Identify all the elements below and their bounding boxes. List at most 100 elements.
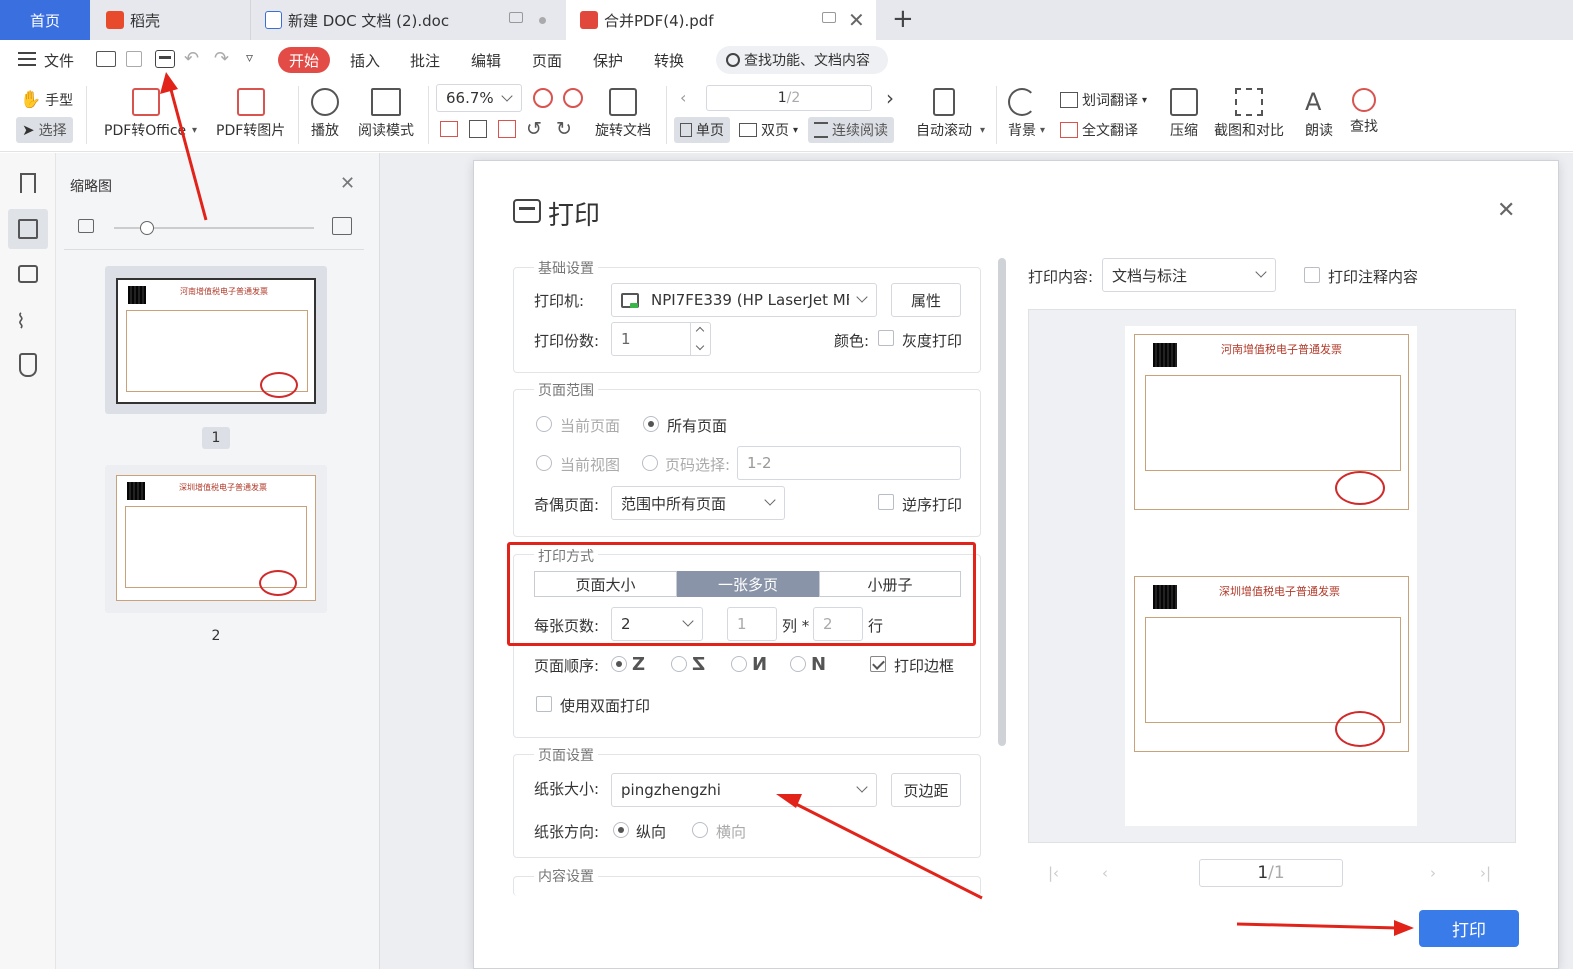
small-image-icon[interactable] xyxy=(78,219,94,233)
tab-doc[interactable]: 新建 DOC 文档 (2).doc xyxy=(250,0,562,40)
landscape-radio[interactable] xyxy=(692,822,708,838)
order-rz-radio[interactable] xyxy=(671,656,687,672)
continuous-read-button[interactable]: 连续阅读 xyxy=(808,117,894,143)
next-page-icon[interactable]: › xyxy=(886,86,894,110)
print-icon[interactable] xyxy=(155,50,175,68)
zoom-out-icon[interactable] xyxy=(533,88,553,108)
signature-icon[interactable] xyxy=(19,353,37,377)
next-preview-icon[interactable]: › xyxy=(1430,864,1436,882)
pdf-to-office-button[interactable]: PDF转Office xyxy=(104,88,188,140)
chevron-down-icon[interactable]: ▾ xyxy=(980,125,985,136)
rotate-doc-button[interactable]: 旋转文档 xyxy=(595,88,651,140)
last-page-icon[interactable]: ›| xyxy=(1480,864,1491,882)
page-select-input[interactable]: 1-2 xyxy=(737,446,961,480)
redo-icon[interactable]: ↷ xyxy=(214,48,229,69)
order-n-radio[interactable] xyxy=(731,656,747,672)
print-button[interactable]: 打印 xyxy=(1419,910,1519,947)
double-page-button[interactable]: 双页 ▾ xyxy=(739,120,798,140)
quick-access-dropdown-icon[interactable]: ▿ xyxy=(246,50,253,66)
printer-select[interactable]: NPI7FE339 (HP LaserJet MF xyxy=(611,283,877,317)
select-tool[interactable]: ➤ 选择 xyxy=(16,117,73,143)
current-page-radio[interactable] xyxy=(536,416,552,432)
print-border-checkbox[interactable] xyxy=(870,656,886,672)
tab-pdf[interactable]: 合并PDF(4).pdf ✕ xyxy=(566,0,876,40)
thumbnail-page-2[interactable]: 深圳增值税电子普通发票 xyxy=(105,465,327,613)
fit-page-icon[interactable] xyxy=(469,120,487,138)
actual-size-icon[interactable] xyxy=(440,121,458,137)
reverse-checkbox[interactable] xyxy=(878,494,894,510)
order-rn-radio[interactable] xyxy=(790,656,806,672)
chevron-down-icon[interactable]: ▾ xyxy=(192,125,197,136)
page-select-radio[interactable] xyxy=(642,455,658,471)
current-view-radio[interactable] xyxy=(536,455,552,471)
properties-button[interactable]: 属性 xyxy=(891,283,961,317)
read-aloud-button[interactable]: A 朗读 xyxy=(1305,88,1333,140)
play-button[interactable]: 播放 xyxy=(311,88,339,140)
open-folder-icon[interactable] xyxy=(96,51,116,67)
close-tab-icon[interactable]: ✕ xyxy=(848,8,865,32)
read-mode-button[interactable]: 阅读模式 xyxy=(358,88,414,140)
chevron-down-icon[interactable]: ▾ xyxy=(1040,125,1045,136)
pdf-to-image-button[interactable]: PDF转图片 xyxy=(216,88,285,140)
single-page-button[interactable]: 单页 xyxy=(674,117,730,143)
menu-page[interactable]: 页面 xyxy=(532,50,562,71)
fit-width-icon[interactable] xyxy=(498,120,516,138)
menu-annotate[interactable]: 批注 xyxy=(410,50,440,71)
margins-button[interactable]: 页边距 xyxy=(891,773,961,807)
hand-tool[interactable]: ✋ 手型 xyxy=(20,90,73,110)
thumbnail-page-1[interactable]: 河南增值税电子普通发票 xyxy=(105,266,327,414)
screenshot-compare-button[interactable]: 截图和对比 xyxy=(1214,88,1284,140)
compress-button[interactable]: 压缩 xyxy=(1170,88,1198,140)
menu-edit[interactable]: 编辑 xyxy=(471,50,501,71)
paper-size-select[interactable]: pingzhengzhi xyxy=(611,773,877,807)
word-translate-button[interactable]: 划词翻译 ▾ xyxy=(1060,90,1147,110)
prev-preview-icon[interactable]: ‹ xyxy=(1102,864,1108,882)
monitor-icon[interactable] xyxy=(822,12,836,23)
all-pages-radio[interactable] xyxy=(643,416,659,432)
thumbnail-tab[interactable] xyxy=(8,209,48,249)
grayscale-checkbox[interactable] xyxy=(878,330,894,346)
monitor-icon[interactable] xyxy=(509,12,523,23)
comment-icon[interactable] xyxy=(18,265,38,283)
preview-page-input[interactable]: 1/1 xyxy=(1199,859,1343,887)
prev-page-icon[interactable]: ‹ xyxy=(680,88,686,107)
rotate-left-icon[interactable]: ↺ xyxy=(526,118,542,140)
large-image-icon[interactable] xyxy=(332,217,352,235)
close-dialog-icon[interactable]: ✕ xyxy=(1497,198,1515,223)
order-z-radio[interactable] xyxy=(611,656,627,672)
background-button[interactable]: 背景 xyxy=(1008,88,1036,140)
settings-scrollbar[interactable] xyxy=(998,258,1006,746)
chevron-up-icon[interactable] xyxy=(695,326,705,336)
chevron-down-icon[interactable] xyxy=(695,341,705,351)
search-box[interactable]: 查找功能、文档内容 xyxy=(716,46,888,74)
find-button[interactable]: 查找 xyxy=(1350,88,1378,136)
close-panel-icon[interactable]: ✕ xyxy=(340,173,355,194)
auto-scroll-button[interactable]: 自动滚动 xyxy=(916,88,972,140)
stepper-arrows[interactable] xyxy=(690,323,711,355)
portrait-radio[interactable] xyxy=(613,822,629,838)
menu-protect[interactable]: 保护 xyxy=(593,50,623,71)
attachment-icon[interactable]: ⌇ xyxy=(16,309,40,333)
menu-insert[interactable]: 插入 xyxy=(350,50,380,71)
menu-file[interactable]: 文件 xyxy=(44,50,74,71)
bookmark-icon[interactable] xyxy=(20,173,36,193)
menu-start[interactable]: 开始 xyxy=(278,47,330,73)
duplex-checkbox[interactable] xyxy=(536,696,552,712)
zoom-in-icon[interactable] xyxy=(563,88,583,108)
new-tab-button[interactable]: + xyxy=(892,4,914,34)
slider-handle[interactable] xyxy=(140,221,154,235)
zoom-select[interactable]: 66.7% xyxy=(436,84,522,112)
copies-stepper[interactable]: 1 xyxy=(611,322,711,356)
menu-convert[interactable]: 转换 xyxy=(654,50,684,71)
rotate-right-icon[interactable]: ↻ xyxy=(556,118,572,140)
full-translate-button[interactable]: 全文翻译 xyxy=(1060,120,1138,140)
page-number-input[interactable]: 1/2 xyxy=(706,85,872,111)
odd-even-select[interactable]: 范围中所有页面 xyxy=(611,486,785,520)
print-content-select[interactable]: 文档与标注 xyxy=(1102,258,1276,292)
save-icon[interactable] xyxy=(126,51,142,67)
print-comments-checkbox[interactable] xyxy=(1304,267,1320,283)
tab-daoke[interactable]: 稻壳 xyxy=(92,0,248,40)
first-page-icon[interactable]: |‹ xyxy=(1048,864,1059,882)
undo-icon[interactable]: ↶ xyxy=(184,48,199,69)
tab-home[interactable]: 首页 xyxy=(0,0,90,40)
